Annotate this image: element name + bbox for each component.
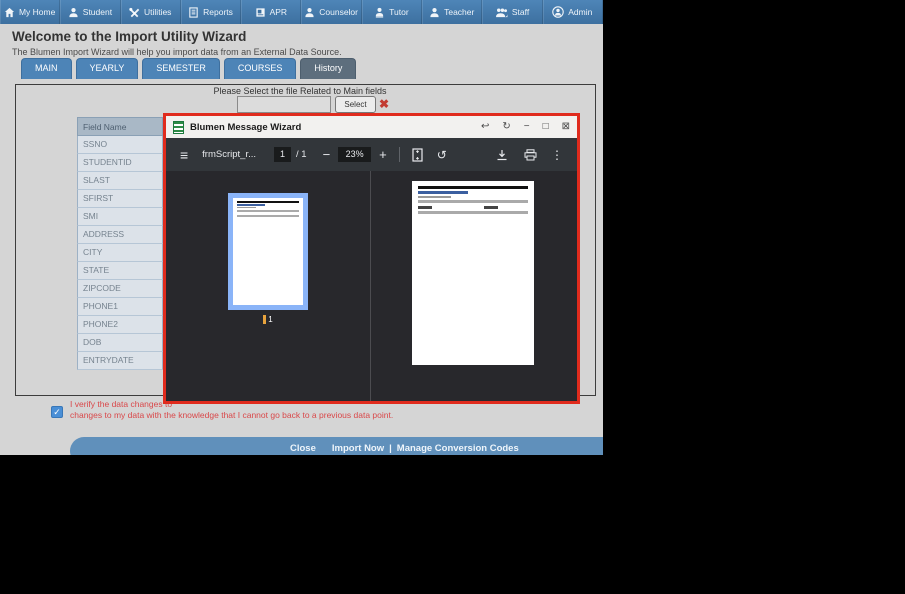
nav-label: Tutor: [389, 7, 409, 17]
nav-label: Reports: [203, 7, 233, 17]
page-total-label: / 1: [296, 149, 307, 160]
report-icon: [189, 6, 198, 18]
page-title: Welcome to the Import Utility Wizard: [12, 29, 247, 44]
person-icon: [305, 7, 314, 17]
dialog-title: Blumen Message Wizard: [190, 121, 302, 133]
nav-item-my-home[interactable]: My Home: [0, 0, 61, 24]
page-subtitle: The Blumen Import Wizard will help you i…: [12, 47, 342, 57]
page-number-input[interactable]: 1: [274, 147, 292, 162]
minimize-icon[interactable]: −: [524, 121, 530, 133]
pdf-thumbnail-pane: 1: [166, 171, 371, 401]
table-row[interactable]: SSNO: [77, 136, 163, 154]
thumbnail-page-number: 1: [166, 315, 370, 324]
pdf-page-preview: [412, 181, 534, 365]
close-icon[interactable]: ⊠: [562, 121, 570, 133]
fit-to-page-icon[interactable]: [412, 147, 423, 162]
select-file-button[interactable]: Select: [335, 96, 376, 113]
file-path-input[interactable]: [237, 96, 331, 113]
zoom-out-button[interactable]: −: [323, 147, 331, 162]
maximize-icon[interactable]: □: [543, 121, 549, 133]
nav-label: Teacher: [444, 7, 475, 17]
nav-item-teacher[interactable]: Teacher: [422, 0, 483, 24]
thumbnail-page: [233, 198, 303, 305]
table-row[interactable]: ADDRESS: [77, 226, 163, 244]
more-options-icon[interactable]: ⋮: [551, 148, 563, 162]
nav-label: Student: [82, 7, 113, 17]
footer-divider: |: [389, 443, 392, 454]
field-name-table: Field Name SSNO STUDENTID SLAST SFIRST S…: [77, 117, 163, 370]
nav-item-reports[interactable]: Reports: [181, 0, 242, 24]
tab-yearly[interactable]: YEARLY: [75, 58, 139, 79]
table-row[interactable]: STUDENTID: [77, 154, 163, 172]
manage-conversion-codes-button[interactable]: Manage Conversion Codes: [397, 443, 519, 454]
footer-action-bar: Close Import Now | Manage Conversion Cod…: [70, 437, 603, 455]
field-table-header: Field Name: [77, 117, 163, 136]
table-row[interactable]: SLAST: [77, 172, 163, 190]
app-window: My Home Student Utilities Reports APR Co…: [0, 0, 603, 455]
table-row[interactable]: SFIRST: [77, 190, 163, 208]
pdf-viewer-toolbar: ≡ frmScript_r... 1 / 1 − 23% + ↺ ⋮: [166, 138, 577, 171]
nav-label: Counselor: [319, 7, 358, 17]
table-row[interactable]: CITY: [77, 244, 163, 262]
nav-label: My Home: [18, 7, 56, 17]
verify-checkbox[interactable]: ✓: [51, 406, 63, 418]
table-row[interactable]: ZIPCODE: [77, 280, 163, 298]
book-icon: [255, 7, 265, 17]
nav-item-student[interactable]: Student: [60, 0, 121, 24]
nav-item-staff[interactable]: Staff: [482, 0, 543, 24]
table-row[interactable]: STATE: [77, 262, 163, 280]
table-row[interactable]: PHONE1: [77, 298, 163, 316]
zoom-in-button[interactable]: +: [379, 147, 387, 162]
download-icon[interactable]: [496, 149, 508, 161]
pdf-filename: frmScript_r...: [202, 149, 257, 160]
nav-label: Staff: [511, 7, 530, 17]
nav-label: APR: [269, 7, 288, 17]
person-icon: [430, 7, 439, 17]
person-circle-icon: [552, 6, 565, 18]
rotate-icon[interactable]: ↺: [437, 148, 447, 162]
page-thumbnail-selected[interactable]: [228, 193, 308, 310]
table-row[interactable]: PHONE2: [77, 316, 163, 334]
blumen-message-wizard-dialog: Blumen Message Wizard ↩ ↻ − □ ⊠ ≡ frmScr…: [163, 113, 580, 404]
table-row[interactable]: SMI: [77, 208, 163, 226]
menu-icon[interactable]: ≡: [180, 147, 188, 163]
nav-item-apr[interactable]: APR: [241, 0, 302, 24]
home-icon: [4, 7, 15, 17]
clear-file-icon[interactable]: ✖: [379, 97, 389, 111]
tab-history[interactable]: History: [300, 58, 357, 79]
tools-icon: [129, 7, 140, 17]
nav-item-counselor[interactable]: Counselor: [301, 0, 362, 24]
zoom-level-input[interactable]: 23%: [338, 147, 372, 162]
person-icon: [375, 7, 384, 18]
pdf-page-pane[interactable]: [371, 171, 577, 401]
nav-label: Admin: [568, 7, 593, 17]
verify-line-2: changes to my data with the knowledge th…: [70, 410, 394, 420]
form-icon: [173, 120, 184, 134]
toolbar-divider: [398, 147, 400, 162]
dialog-titlebar[interactable]: Blumen Message Wizard ↩ ↻ − □ ⊠: [166, 116, 577, 138]
refresh-icon[interactable]: ↻: [502, 121, 510, 133]
nav-label: Utilities: [144, 7, 172, 17]
nav-item-tutor[interactable]: Tutor: [362, 0, 423, 24]
table-row[interactable]: DOB: [77, 334, 163, 352]
print-icon[interactable]: [524, 148, 537, 161]
people-icon: [495, 8, 508, 17]
wizard-tabs: MAIN YEARLY SEMESTER COURSES History: [21, 58, 357, 79]
file-select-prompt: Please Select the file Related to Main f…: [213, 86, 387, 96]
tab-semester[interactable]: SEMESTER: [142, 58, 220, 79]
top-navbar: My Home Student Utilities Reports APR Co…: [0, 0, 603, 24]
nav-item-admin[interactable]: Admin: [543, 0, 603, 24]
import-now-button[interactable]: Import Now: [332, 443, 384, 454]
pdf-viewer-body: 1: [166, 171, 577, 401]
table-row[interactable]: ENTRYDATE: [77, 352, 163, 370]
close-button[interactable]: Close: [290, 443, 316, 454]
nav-item-utilities[interactable]: Utilities: [121, 0, 181, 24]
restore-window-icon[interactable]: ↩: [481, 121, 489, 133]
tab-courses[interactable]: COURSES: [223, 58, 297, 79]
tab-main[interactable]: MAIN: [21, 58, 72, 79]
person-icon: [69, 7, 78, 17]
